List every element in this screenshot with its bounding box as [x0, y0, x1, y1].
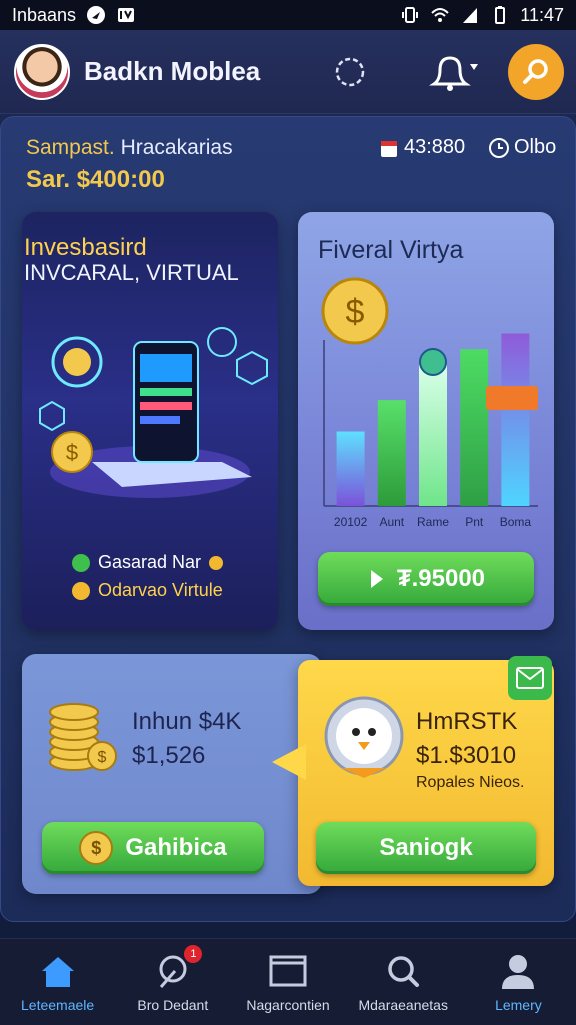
chart-bar — [419, 364, 447, 506]
chart-action-button[interactable]: ₮.95000 — [318, 552, 534, 606]
message-button[interactable] — [508, 656, 552, 700]
coin-stack-icon: $ — [49, 703, 117, 771]
dollar-coin-icon: $ — [79, 831, 114, 865]
chart-tick-label: Pnt — [465, 515, 484, 529]
chart-bar — [501, 333, 530, 506]
income-title: Inhun $4K — [132, 708, 242, 735]
nav-label: Bro Dedant — [137, 997, 209, 1013]
nav-item-wallet[interactable]: Nagarcontien — [230, 939, 345, 1025]
chart-tick-label: 20102 — [334, 515, 368, 529]
status-bar: Inbaans 11:47 — [0, 0, 576, 30]
balance-label-value: Hracakarias — [120, 136, 233, 159]
nav-label: Lemery — [495, 997, 542, 1013]
profile-icon — [502, 955, 535, 989]
wifi-icon — [431, 8, 449, 22]
chart-tick-label: Rame — [417, 515, 449, 529]
chart-card-title: Fiveral Virtya — [318, 236, 464, 264]
income-amount: $1,526 — [132, 742, 206, 769]
search-icon — [523, 59, 548, 84]
chart-tick-label: Boma — [500, 515, 532, 529]
chart-marker-icon — [419, 348, 447, 376]
wallet-icon — [269, 955, 307, 987]
invest-bullet-1: Gasarad Nar — [72, 552, 224, 573]
coin-icon — [209, 555, 224, 570]
nav-item-search[interactable]: Mdaraeanetas — [346, 939, 461, 1025]
app-header: Badkn Moblea — [0, 30, 576, 114]
invest-card-subtitle: INVCARAL, VIRTUAL — [24, 260, 239, 285]
home-icon — [41, 957, 74, 987]
nav-item-home[interactable]: Leteemaele — [0, 939, 115, 1025]
avatar[interactable] — [14, 43, 70, 100]
notification-badge: 1 — [184, 945, 203, 963]
chart-bar — [336, 431, 365, 506]
speech-pointer — [272, 744, 306, 780]
chart-tick-label: Aunt — [379, 515, 404, 529]
phone-hologram-illustration: $ — [39, 327, 268, 498]
nav-item-profile[interactable]: Lemery — [461, 939, 576, 1025]
chart-bar — [377, 400, 406, 506]
reward-action-button[interactable]: Saniogk — [316, 822, 536, 874]
income-action-button[interactable]: $ Gahibica — [42, 822, 264, 874]
nav-label: Mdaraeanetas — [358, 997, 448, 1013]
signal-icon — [463, 8, 478, 23]
settings-icon[interactable] — [330, 52, 370, 92]
battery-icon — [495, 6, 506, 24]
stat-b-value: Olbo — [514, 136, 557, 158]
search-icon — [388, 956, 420, 987]
reward-title: HmRSTK — [416, 708, 518, 735]
search-button[interactable] — [508, 44, 564, 100]
photos-icon — [118, 8, 135, 22]
bottom-nav: Leteemaele 1 Bro Dedant Nagarcontien Mda… — [0, 938, 576, 1025]
nav-label: Leteemaele — [21, 997, 95, 1013]
clock-icon — [489, 137, 509, 158]
calendar-icon — [381, 140, 397, 157]
balance-label-key: Sampast. — [26, 136, 115, 159]
nav-item-analytics[interactable]: 1 Bro Dedant — [115, 939, 230, 1025]
clock: 11:47 — [520, 4, 564, 25]
nav-label: Nagarcontien — [246, 997, 330, 1013]
check-icon — [72, 553, 90, 572]
location-icon — [87, 6, 106, 24]
arrow-right-icon — [370, 570, 383, 588]
stat-b: Olbo — [488, 136, 556, 159]
vibrate-icon — [402, 7, 419, 23]
notification-bell-icon[interactable] — [426, 50, 482, 94]
app-title: Badkn Moblea — [84, 56, 261, 86]
stat-a-value: 43:880 — [404, 136, 466, 158]
chart-flag-icon — [486, 386, 538, 410]
svg-text:$: $ — [66, 440, 78, 465]
carrier-label: Inbaans — [12, 4, 77, 25]
balance-amount: Sar. $400:00 — [26, 166, 165, 193]
svg-text:$: $ — [98, 749, 107, 766]
coin-icon — [72, 581, 90, 600]
invest-card-title: Invesbasird — [24, 234, 147, 261]
chart-bar — [460, 349, 489, 506]
stat-a: 43:880 — [380, 136, 465, 159]
balance-label: Sampast. Hracakarias — [26, 136, 233, 160]
bar-chart: 20102 Aunt Rame Pnt Boma — [323, 333, 538, 529]
reward-amount: $1.$3010 — [416, 742, 517, 769]
reward-subtitle: Ropales Nieos. — [416, 774, 525, 791]
bird-mascot-icon — [324, 696, 404, 778]
invest-bullet-2: Odarvao Virtule — [72, 580, 223, 601]
envelope-icon — [516, 667, 544, 689]
